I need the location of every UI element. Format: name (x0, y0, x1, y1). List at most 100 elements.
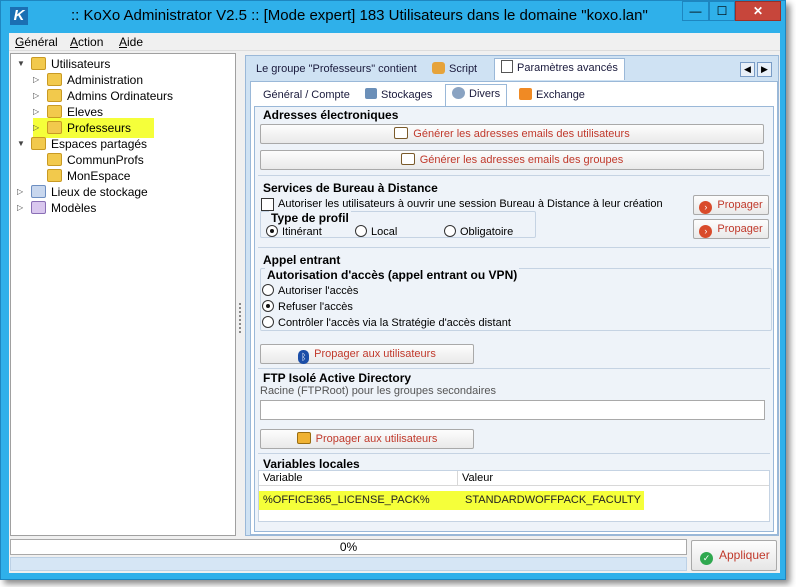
expand-arrow-icon[interactable]: ▷ (33, 88, 43, 104)
tab-group-contents[interactable]: Le groupe "Professeurs" contient (250, 60, 423, 80)
group-folder-icon (47, 121, 62, 134)
maximize-button[interactable]: ☐ (709, 1, 735, 21)
menu-general-label: énéral (24, 35, 58, 49)
tree-item-label: MonEspace (67, 169, 131, 183)
misc-gears-icon (452, 87, 465, 99)
advanced-settings-panel: Général / Compte Stockages Divers Exchan… (250, 81, 778, 535)
tree-item-label: Espaces partagés (51, 137, 148, 151)
users-folder-icon (31, 57, 46, 70)
expand-arrow-icon[interactable]: ▷ (17, 184, 27, 200)
generate-user-emails-button[interactable]: Générer les adresses emails des utilisat… (260, 124, 764, 144)
tree-item-espaces-partages[interactable]: ▼ Espaces partagés (17, 136, 217, 152)
tree-item-label: Lieux de stockage (51, 185, 148, 199)
menu-general[interactable]: Général (15, 35, 58, 49)
dialin-policy-radio[interactable] (262, 316, 274, 328)
tree-item-modeles[interactable]: ▷ Modèles (17, 200, 217, 216)
expand-arrow-icon[interactable]: ▷ (33, 120, 43, 136)
variables-table-header: Variable Valeur (259, 471, 769, 486)
status-bar: 0% ✓ Appliquer (9, 536, 780, 572)
tree-item-lieux-de-stockage[interactable]: ▷ Lieux de stockage (17, 184, 217, 200)
variable-name-cell: %OFFICE365_LICENSE_PACK% (263, 494, 430, 506)
profile-type-title: Type de profil (269, 211, 351, 225)
propagate-arrow-icon: › (699, 201, 713, 214)
tree-item-professeurs[interactable]: ▷ Professeurs (33, 118, 154, 138)
minimize-button[interactable]: — (682, 1, 709, 21)
tab-stockages[interactable]: Stockages (359, 86, 438, 106)
settings-page-icon (501, 60, 513, 73)
bluetooth-icon: ᛒ (298, 350, 310, 364)
apply-button[interactable]: ✓ Appliquer (691, 540, 777, 571)
variables-table[interactable]: Variable Valeur %OFFICE365_LICENSE_PACK%… (258, 470, 770, 522)
dialin-deny-radio[interactable] (262, 300, 274, 312)
pane-splitter[interactable] (239, 303, 241, 333)
tree-item-label: CommunProfs (67, 153, 144, 167)
tab-scroll-left-icon[interactable]: ◀ (740, 62, 755, 77)
propagate-dialin-button[interactable]: ᛒ Propager aux utilisateurs (260, 344, 474, 364)
koxo-logo-icon: K (10, 7, 28, 25)
dialin-access-title: Autorisation d'accès (appel entrant ou V… (265, 268, 520, 282)
tree-item-communprofs[interactable]: CommunProfs (33, 152, 213, 168)
tab-script-label: Script (449, 63, 478, 75)
details-pane: Le groupe "Professeurs" contient Script … (245, 55, 779, 536)
tab-general-compte[interactable]: Général / Compte (257, 86, 356, 106)
id-card-icon (400, 153, 415, 165)
share-folder-icon (47, 153, 62, 166)
generate-group-emails-label: Générer les adresses emails des groupes (419, 154, 624, 166)
dialin-allow-radio[interactable] (262, 284, 274, 296)
email-section-title: Adresses électroniques (263, 108, 399, 122)
expand-arrow-icon[interactable]: ▼ (17, 56, 27, 72)
sub-tabs: Général / Compte Stockages Divers Exchan… (251, 84, 777, 106)
profile-roaming-radio[interactable] (266, 225, 278, 237)
table-row[interactable]: %OFFICE365_LICENSE_PACK% STANDARDWOFFPAC… (259, 491, 644, 510)
tree-item-administration[interactable]: ▷ Administration (33, 72, 213, 88)
menu-aide[interactable]: Aide (119, 35, 143, 49)
tab-stockages-label: Stockages (381, 89, 433, 101)
ftp-root-label: Racine (FTPRoot) pour les groupes second… (260, 385, 497, 397)
expand-arrow-icon[interactable]: ▼ (17, 136, 27, 152)
status-strip (10, 557, 687, 571)
storage-icon (31, 185, 46, 198)
generate-group-emails-button[interactable]: Générer les adresses emails des groupes (260, 150, 764, 170)
section-divider (258, 247, 770, 248)
tree-item-admins-ordinateurs[interactable]: ▷ Admins Ordinateurs (33, 88, 223, 104)
expand-arrow-icon[interactable]: ▷ (17, 200, 27, 216)
tab-scroll-right-icon[interactable]: ▶ (757, 62, 772, 77)
tree-item-label: Modèles (51, 201, 97, 215)
column-valeur[interactable]: Valeur (462, 472, 493, 484)
tree-item-utilisateurs[interactable]: ▼ Utilisateurs (17, 56, 217, 72)
navigation-tree[interactable]: ▼ Utilisateurs ▷ Administration ▷ Admins… (10, 53, 236, 536)
apply-label: Appliquer (719, 548, 770, 562)
profile-local-radio[interactable] (355, 225, 367, 237)
rds-allow-checkbox[interactable] (261, 198, 274, 211)
menu-aide-accel: A (119, 35, 128, 49)
checkmark-icon: ✓ (700, 552, 713, 565)
expand-arrow-icon[interactable]: ▷ (33, 72, 43, 88)
menu-action[interactable]: Action (70, 35, 103, 49)
shared-folder-icon (31, 137, 46, 150)
variables-section-title: Variables locales (263, 457, 360, 471)
propagate-ftp-button[interactable]: Propager aux utilisateurs (260, 429, 474, 449)
title-bar[interactable]: K :: KoXo Administrator V2.5 :: [Mode ex… (1, 1, 785, 33)
tab-exchange[interactable]: Exchange (513, 86, 591, 106)
propagate-rds-button[interactable]: › Propager (693, 195, 769, 215)
profile-mandatory-radio[interactable] (444, 225, 456, 237)
dialin-section-title: Appel entrant (263, 253, 341, 267)
tab-advanced-settings[interactable]: Paramètres avancés (494, 58, 625, 80)
ftp-root-input[interactable] (260, 400, 765, 420)
profile-local-label: Local (371, 226, 398, 238)
tree-item-label: Administration (67, 73, 144, 87)
tab-script[interactable]: Script (426, 60, 483, 80)
script-gear-icon (432, 62, 445, 74)
propagate-profile-label: Propager (717, 223, 763, 235)
menu-action-label: ction (78, 35, 104, 49)
progress-bar: 0% (10, 539, 687, 555)
tab-divers[interactable]: Divers (445, 84, 508, 106)
tab-divers-label: Divers (469, 88, 501, 100)
propagate-profile-button[interactable]: › Propager (693, 219, 769, 239)
column-separator[interactable] (457, 471, 458, 486)
tree-item-label: Admins Ordinateurs (67, 89, 174, 103)
ftp-folder-icon (296, 432, 311, 444)
column-variable[interactable]: Variable (263, 472, 303, 484)
close-button[interactable]: ✕ (735, 1, 781, 21)
tree-item-monespace[interactable]: MonEspace (33, 168, 213, 184)
